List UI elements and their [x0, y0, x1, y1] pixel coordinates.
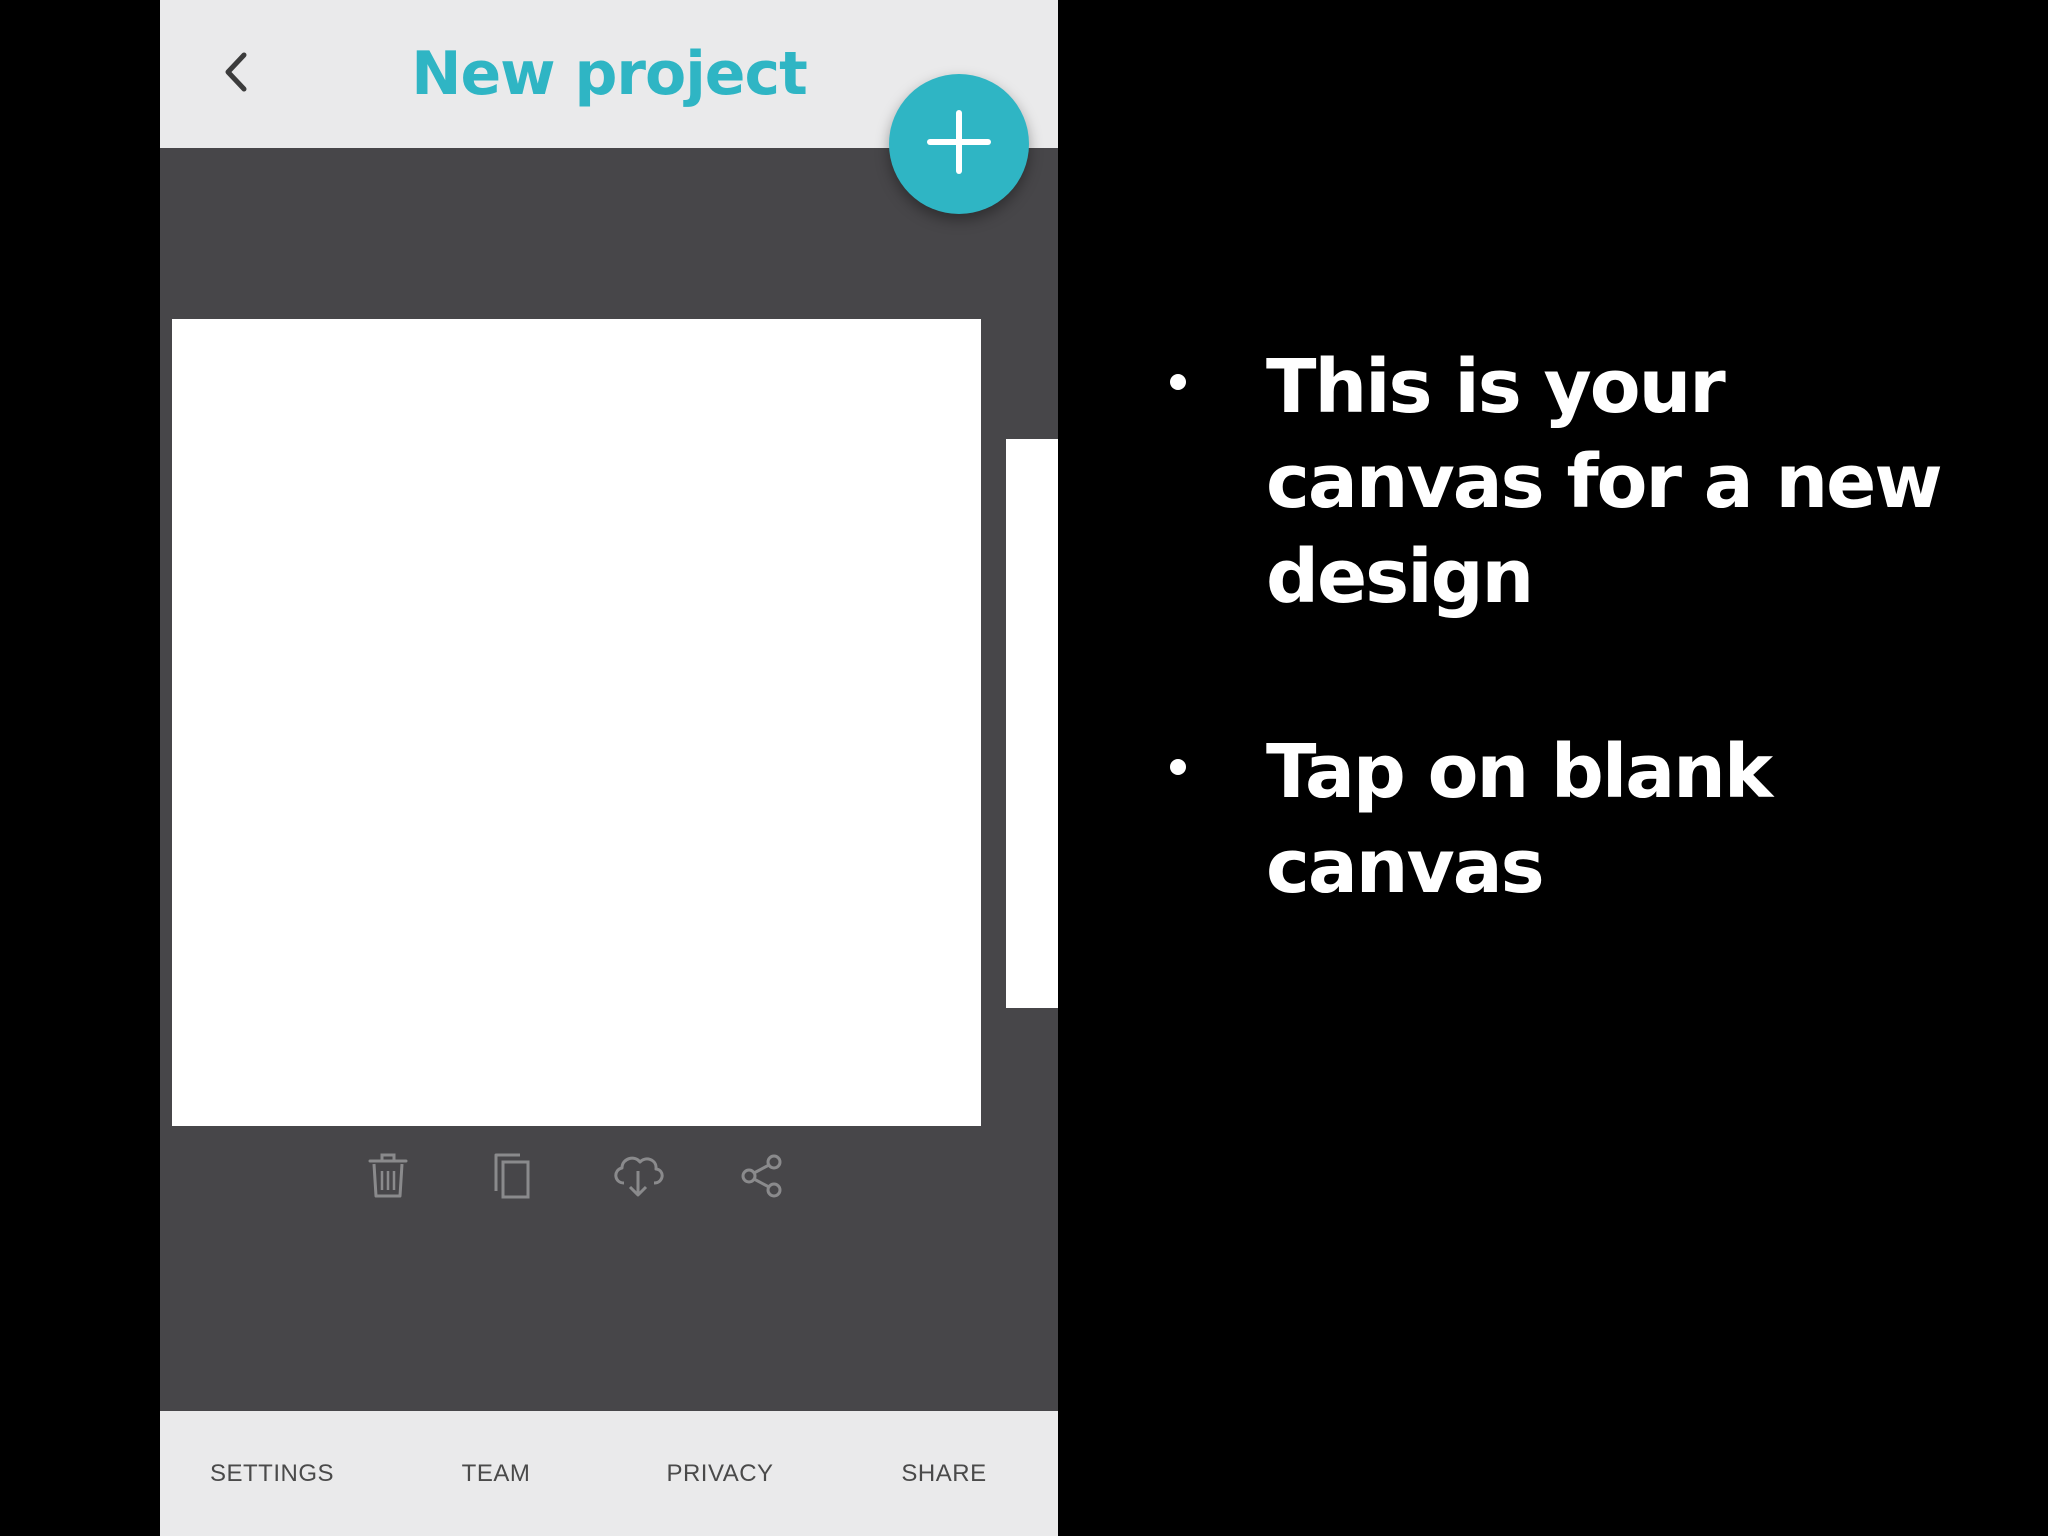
nav-share[interactable]: SHARE [832, 1411, 1056, 1536]
bullet-icon [1170, 759, 1186, 775]
page-title: New project [411, 39, 808, 109]
chevron-left-icon [218, 47, 252, 102]
download-button[interactable] [608, 1148, 668, 1208]
instruction-text: This is your canvas for a new design [1266, 344, 1943, 620]
plus-icon [926, 109, 992, 180]
instruction-text: Tap on blank canvas [1266, 729, 1773, 910]
bottom-navigation: SETTINGS TEAM PRIVACY SHARE [160, 1411, 1058, 1536]
duplicate-button[interactable] [482, 1148, 542, 1208]
canvas-action-bar [160, 1148, 1058, 1208]
cloud-download-icon [610, 1151, 666, 1206]
instruction-item: This is your canvas for a new design [1150, 340, 2010, 625]
add-button[interactable] [889, 74, 1029, 214]
share-icon [739, 1153, 785, 1204]
blank-canvas[interactable] [172, 319, 981, 1126]
instruction-notes: This is your canvas for a new design Tap… [1150, 340, 2010, 1015]
nav-settings[interactable]: SETTINGS [160, 1411, 384, 1536]
share-canvas-button[interactable] [732, 1148, 792, 1208]
instruction-item: Tap on blank canvas [1150, 725, 2010, 915]
trash-icon [366, 1152, 410, 1205]
next-canvas-preview[interactable] [1006, 439, 1058, 1008]
nav-team[interactable]: TEAM [384, 1411, 608, 1536]
delete-button[interactable] [358, 1148, 418, 1208]
nav-privacy[interactable]: PRIVACY [608, 1411, 832, 1536]
back-button[interactable] [200, 44, 270, 104]
phone-screen: New project SETTINGS TEAM PRIVACY SHARE [160, 0, 1058, 1536]
bullet-icon [1170, 374, 1186, 390]
copy-icon [490, 1151, 534, 1206]
